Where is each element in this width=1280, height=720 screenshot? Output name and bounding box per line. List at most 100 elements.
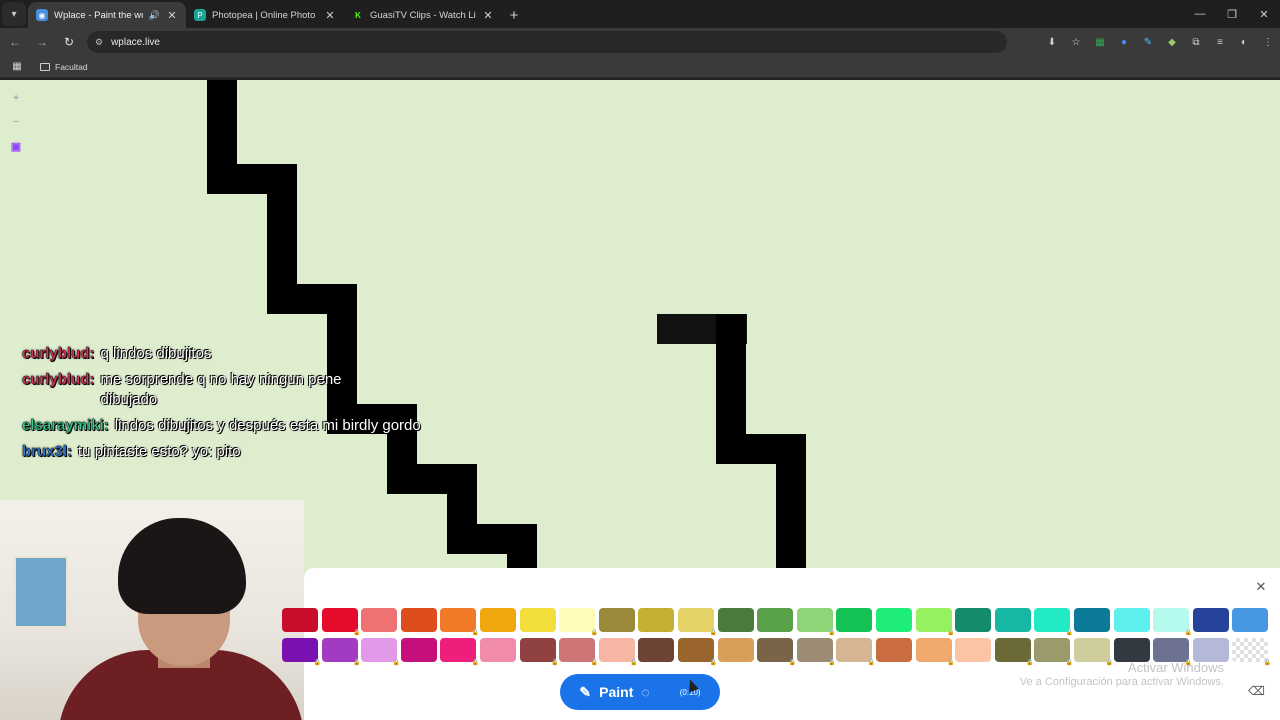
color-swatch[interactable]: 🔒: [361, 638, 400, 666]
color-swatch[interactable]: [994, 608, 1031, 632]
color-swatch[interactable]: [1192, 608, 1229, 632]
color-swatch[interactable]: 🔒: [321, 608, 361, 636]
close-tab-icon[interactable]: ✕: [166, 9, 178, 22]
bookmarks-bar: ▦ Facultad: [0, 56, 1280, 78]
minimize-icon[interactable]: —: [1184, 0, 1216, 28]
pixel-drawing: [776, 434, 806, 568]
media-icon[interactable]: ≡: [1208, 30, 1232, 54]
color-swatch[interactable]: [638, 608, 675, 632]
color-swatch[interactable]: 🔒: [440, 638, 479, 666]
tab-search-icon[interactable]: ▾: [2, 2, 26, 26]
color-swatch[interactable]: [955, 608, 992, 632]
twitch-icon[interactable]: ▣: [8, 136, 24, 156]
profile-avatar-icon[interactable]: ◐: [1232, 30, 1256, 54]
color-swatch[interactable]: 🔒: [796, 638, 836, 666]
color-swatch[interactable]: [1232, 608, 1269, 632]
color-swatch[interactable]: 🔒: [519, 638, 559, 666]
chat-username: curlyblud:: [22, 371, 95, 388]
color-swatch[interactable]: [955, 638, 992, 662]
forward-icon[interactable]: →: [30, 30, 54, 54]
color-swatch[interactable]: [400, 608, 437, 632]
color-swatch[interactable]: 🔒: [994, 638, 1034, 666]
close-palette-icon[interactable]: ✕: [1252, 578, 1270, 596]
color-swatch[interactable]: 🔒: [598, 638, 638, 666]
color-swatch[interactable]: 🔒: [282, 638, 321, 666]
zoom-out-icon[interactable]: −: [8, 112, 24, 132]
color-swatch[interactable]: [1113, 638, 1150, 662]
color-swatch[interactable]: 🔒: [559, 638, 598, 666]
color-swatch[interactable]: 🔒: [1153, 608, 1192, 636]
color-swatch[interactable]: [876, 608, 912, 632]
color-palette-panel: ✕ 🔒 🔒 🔒 🔒 🔒 🔒 🔒 🔒 🔒 🔒 🔒 🔒 🔒 🔒 🔒 🔒 🔒 🔒 🔒 🔒 🔒 🔒 🔒 🔒 🔒 ✎ Paint ◌ (0…: [282, 568, 1280, 720]
chat-text: lindos dibujitos y después esta mi birdl…: [114, 417, 421, 434]
color-swatch[interactable]: 🔒: [836, 638, 875, 666]
extension-green-icon[interactable]: ◆: [1160, 30, 1184, 54]
color-swatch[interactable]: [400, 638, 437, 662]
color-swatch[interactable]: 🔒: [678, 638, 717, 666]
tab-wplace[interactable]: ◉ Wplace - Paint the world 🔊 ✕: [28, 2, 186, 28]
tab-photopea[interactable]: P Photopea | Online Photo Editor ✕: [186, 2, 344, 28]
watermark-subtitle: Ve a Configuración para activar Windows.: [1019, 676, 1224, 688]
color-swatch[interactable]: [361, 608, 398, 632]
tab-title: Wplace - Paint the world: [54, 9, 143, 21]
extension-tool-icon[interactable]: ✎: [1136, 30, 1160, 54]
reload-icon[interactable]: ↻: [57, 30, 81, 54]
color-swatch[interactable]: 🔒: [1074, 638, 1113, 666]
transparent-swatch[interactable]: 🔒: [1232, 638, 1271, 666]
apps-grid-icon[interactable]: ▦: [6, 61, 28, 72]
tab-title: Photopea | Online Photo Editor: [212, 9, 318, 21]
color-swatch[interactable]: 🔒: [440, 608, 479, 636]
color-swatch[interactable]: [282, 608, 318, 632]
bookmark-star-icon[interactable]: ☆: [1064, 30, 1088, 54]
color-swatch[interactable]: [1192, 638, 1229, 662]
color-swatch[interactable]: 🔒: [757, 638, 796, 666]
color-swatch[interactable]: [480, 608, 516, 632]
color-swatch[interactable]: 🔒: [915, 638, 955, 666]
extension-sheets-icon[interactable]: ▦: [1088, 30, 1112, 54]
color-swatch[interactable]: [876, 638, 912, 662]
eraser-icon[interactable]: ⌫: [1248, 684, 1265, 700]
maximize-icon[interactable]: ❐: [1216, 0, 1248, 28]
color-swatch[interactable]: 🔒: [915, 608, 955, 636]
zoom-in-icon[interactable]: +: [8, 88, 24, 108]
tab-kick[interactable]: K GuasiTV Clips - Watch Live on Kick ✕: [344, 2, 502, 28]
chat-message: elsaraymiki: lindos dibujitos y después …: [22, 416, 462, 436]
back-icon[interactable]: ←: [3, 30, 27, 54]
color-swatch[interactable]: 🔒: [796, 608, 836, 636]
speaker-icon[interactable]: 🔊: [149, 10, 160, 21]
color-swatch[interactable]: [836, 608, 873, 632]
close-tab-icon[interactable]: ✕: [324, 9, 336, 22]
chat-username: curlyblud:: [22, 345, 95, 362]
new-tab-button[interactable]: +: [502, 2, 526, 28]
color-swatch[interactable]: [757, 608, 794, 632]
color-swatch[interactable]: 🔒: [1034, 608, 1073, 636]
extensions-puzzle-icon[interactable]: ⧉: [1184, 30, 1208, 54]
color-swatch[interactable]: 🔒: [1153, 638, 1192, 666]
color-swatch[interactable]: [1113, 608, 1150, 632]
extension-chrome-icon[interactable]: ●: [1112, 30, 1136, 54]
bookmark-folder-facultad[interactable]: Facultad: [40, 62, 88, 72]
close-tab-icon[interactable]: ✕: [482, 9, 494, 22]
lock-icon: 🔒: [313, 660, 321, 666]
color-swatch[interactable]: 🔒: [678, 608, 717, 636]
color-swatch[interactable]: [638, 638, 675, 662]
paint-button[interactable]: ✎ Paint ◌ (0:10): [560, 674, 720, 710]
color-swatch[interactable]: [1074, 608, 1110, 632]
color-swatch[interactable]: 🔒: [559, 608, 598, 636]
install-app-icon[interactable]: ⬇: [1040, 30, 1064, 54]
color-swatch[interactable]: [717, 608, 754, 632]
color-swatch[interactable]: [519, 608, 556, 632]
site-info-icon[interactable]: ⚙: [95, 37, 103, 48]
color-swatch[interactable]: [598, 608, 635, 632]
close-window-icon[interactable]: ✕: [1248, 0, 1280, 28]
menu-kebab-icon[interactable]: ⋮: [1256, 30, 1280, 54]
folder-icon: [40, 62, 50, 71]
lock-icon: 🔒: [590, 660, 599, 666]
color-swatch[interactable]: [717, 638, 754, 662]
address-bar[interactable]: ⚙ wplace.live: [87, 31, 1007, 53]
color-swatch[interactable]: [480, 638, 516, 662]
color-swatch[interactable]: 🔒: [321, 638, 361, 666]
chat-text: me sorprende q no hay ningun pene dibuja…: [100, 371, 342, 408]
extensions-bar: ⬇ ☆ ▦ ● ✎ ◆ ⧉ ≡ ◐ ⋮: [1040, 28, 1280, 56]
color-swatch[interactable]: 🔒: [1034, 638, 1073, 666]
